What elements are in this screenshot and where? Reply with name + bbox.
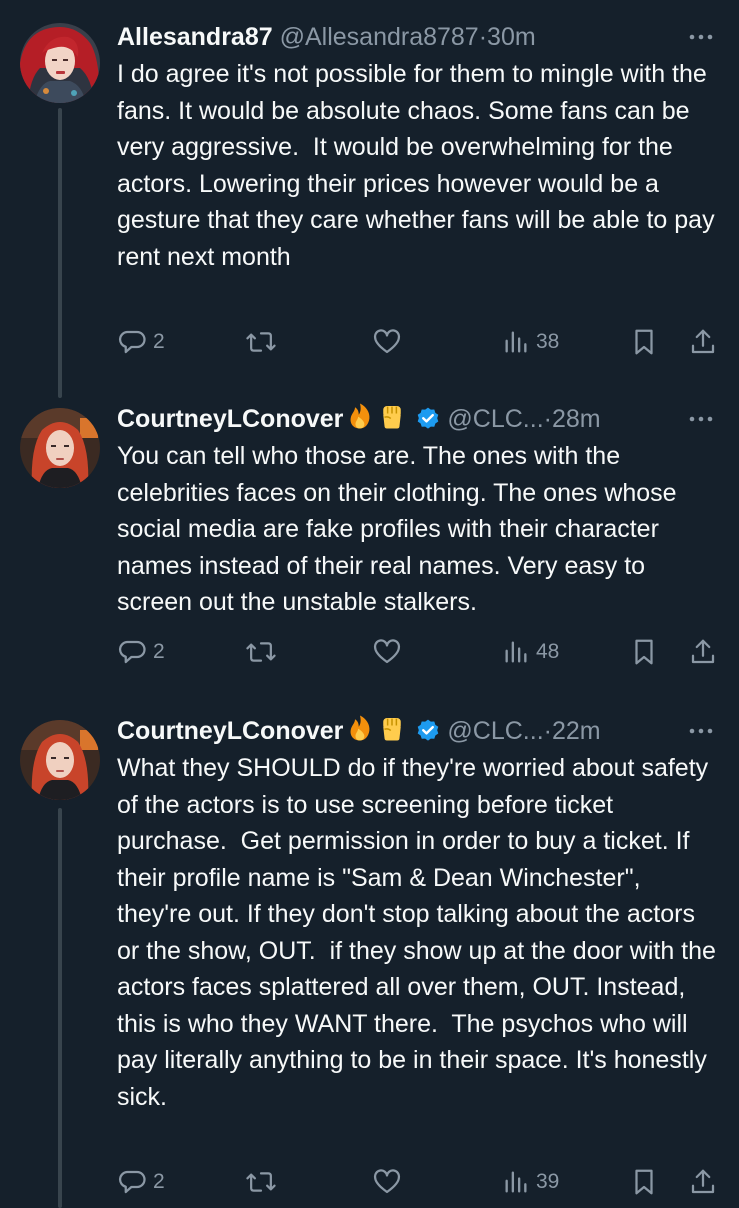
heart-icon <box>373 639 401 664</box>
reply-count: 2 <box>153 640 165 663</box>
share-icon <box>691 639 715 664</box>
view-count: 48 <box>536 640 560 663</box>
tweet-text: I do agree it's not possible for them to… <box>117 60 722 271</box>
heart-icon <box>373 329 401 354</box>
share-button[interactable] <box>688 322 718 362</box>
views-button[interactable]: 48 <box>502 632 559 672</box>
reply-icon <box>118 330 146 354</box>
reply-button[interactable]: 2 <box>117 1162 165 1202</box>
views-icon <box>505 641 527 663</box>
thread-line <box>58 808 62 1208</box>
retweet-icon <box>246 642 276 662</box>
timestamp[interactable]: 28m <box>552 405 601 433</box>
user-handle[interactable]: @CLC... <box>447 405 543 433</box>
bookmark-icon <box>635 639 653 665</box>
tweet-header: Allesandra87 @Allesandra8787·30m <box>117 18 659 56</box>
tweet-actions: 2 48 <box>0 632 739 672</box>
time-separator: · <box>543 717 552 745</box>
bookmark-button[interactable] <box>629 322 659 362</box>
tweet-header: CourtneyLConover @CLC...·22m <box>117 712 659 750</box>
display-name[interactable]: Allesandra87 <box>117 23 273 51</box>
avatar[interactable] <box>20 720 100 800</box>
fire-emoji <box>345 401 375 438</box>
timestamp[interactable]: 22m <box>552 717 601 745</box>
more-options-icon[interactable] <box>683 712 719 750</box>
heart-icon <box>373 1169 401 1194</box>
bookmark-button[interactable] <box>629 632 659 672</box>
tweet-actions: 2 38 <box>0 322 739 362</box>
user-handle[interactable]: @Allesandra8787 <box>280 23 479 51</box>
time-separator: · <box>478 23 488 51</box>
tweet[interactable]: CourtneyLConover @CLC...·28m You can tell… <box>0 400 739 700</box>
tweet-text: You can tell who those are. The ones wit… <box>117 442 684 616</box>
more-options-icon[interactable] <box>683 400 719 438</box>
like-button[interactable] <box>372 1162 408 1202</box>
tweet-actions: 2 39 <box>0 1162 739 1202</box>
reply-icon <box>118 640 146 664</box>
reply-icon <box>118 1170 146 1194</box>
tweet-text: What they SHOULD do if they're worried a… <box>117 754 723 1111</box>
retweet-button[interactable] <box>245 322 283 362</box>
bookmark-icon <box>635 329 653 355</box>
retweet-button[interactable] <box>245 632 283 672</box>
time-separator: · <box>543 405 552 433</box>
more-options-icon[interactable] <box>683 18 719 56</box>
like-button[interactable] <box>372 632 408 672</box>
tweet[interactable]: CourtneyLConover @CLC...·22m What they SH… <box>0 712 739 1208</box>
bookmark-icon <box>635 1169 653 1195</box>
bookmark-button[interactable] <box>629 1162 659 1202</box>
user-handle[interactable]: @CLC... <box>447 717 543 745</box>
display-name[interactable]: CourtneyLConover <box>117 405 343 433</box>
retweet-icon <box>246 1172 276 1192</box>
share-icon <box>691 329 715 354</box>
raised-fist-emoji <box>377 713 407 750</box>
reply-count: 2 <box>153 1170 165 1193</box>
view-count: 39 <box>536 1170 560 1193</box>
reply-button[interactable]: 2 <box>117 632 165 672</box>
views-button[interactable]: 38 <box>502 322 559 362</box>
views-button[interactable]: 39 <box>502 1162 559 1202</box>
retweet-icon <box>246 332 276 352</box>
timestamp[interactable]: 30m <box>487 23 536 51</box>
fire-emoji <box>345 713 375 750</box>
avatar[interactable] <box>20 23 100 103</box>
avatar[interactable] <box>20 408 100 488</box>
share-button[interactable] <box>688 632 718 672</box>
reply-count: 2 <box>153 330 165 353</box>
display-name[interactable]: CourtneyLConover <box>117 717 343 745</box>
share-button[interactable] <box>688 1162 718 1202</box>
views-icon <box>505 1171 527 1193</box>
like-button[interactable] <box>372 322 408 362</box>
reply-button[interactable]: 2 <box>117 322 165 362</box>
view-count: 38 <box>536 330 560 353</box>
tweet[interactable]: Allesandra87 @Allesandra8787·30m I do ag… <box>0 0 739 398</box>
verified-badge-icon <box>415 717 441 750</box>
tweet-header: CourtneyLConover @CLC...·28m <box>117 400 659 438</box>
verified-badge-icon <box>415 405 441 438</box>
retweet-button[interactable] <box>245 1162 283 1202</box>
share-icon <box>691 1169 715 1194</box>
views-icon <box>505 331 527 353</box>
raised-fist-emoji <box>377 401 407 438</box>
